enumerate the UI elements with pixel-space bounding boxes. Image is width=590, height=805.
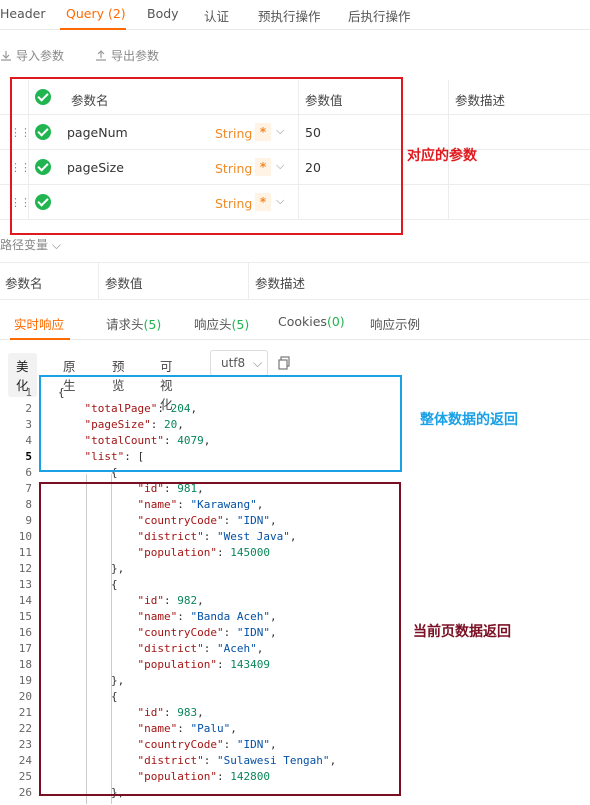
line-number: 13 [18, 578, 32, 591]
page-data-annotation: 当前页数据返回 [413, 624, 511, 640]
line-number: 25 [18, 770, 32, 783]
col-header-desc: 参数描述 [255, 276, 306, 291]
line-number: 26 [18, 786, 32, 799]
line-number: 2 [25, 402, 32, 415]
tab-header[interactable]: Header [0, 6, 46, 21]
chevron-down-icon: ⌵ [253, 356, 263, 370]
tab-response-examples[interactable]: 响应示例 [370, 314, 420, 333]
active-tab-indicator [10, 338, 70, 340]
import-params-button[interactable]: 导入参数 [0, 47, 64, 64]
params-highlight-box [10, 77, 403, 235]
line-number: 9 [25, 514, 32, 527]
line-number: 11 [18, 546, 32, 559]
export-params-button[interactable]: 导出参数 [95, 47, 159, 64]
params-annotation: 对应的参数 [407, 148, 477, 164]
line-number: 4 [25, 434, 32, 447]
tab-auth[interactable]: 认证 [204, 6, 229, 25]
path-variables-toggle[interactable]: 路径变量 ⌵ [0, 236, 61, 253]
request-tabs: Header Query (2) Body 认证 预执行操作 后执行操作 [0, 0, 590, 30]
line-number: 20 [18, 690, 32, 703]
page-data-highlight-box [39, 482, 401, 796]
tab-live-response[interactable]: 实时响应 [14, 314, 64, 333]
line-number: 21 [18, 706, 32, 719]
line-number: 12 [18, 562, 32, 575]
export-label: 导出参数 [111, 49, 160, 63]
col-header-desc: 参数描述 [455, 93, 506, 108]
tab-response-headers[interactable]: 响应头(5) [194, 314, 249, 333]
line-number: 5 [25, 450, 32, 463]
line-number: 1 [25, 386, 32, 399]
active-tab-indicator [60, 28, 126, 30]
import-icon [1, 51, 11, 61]
line-number: 23 [18, 738, 32, 751]
column-divider [248, 263, 249, 299]
import-label: 导入参数 [16, 49, 65, 63]
copy-icon[interactable] [278, 356, 290, 370]
tab-cookies[interactable]: Cookies(0) [278, 314, 345, 329]
line-number: 15 [18, 610, 32, 623]
line-number: 22 [18, 722, 32, 735]
col-header-name: 参数名 [5, 276, 43, 291]
col-header-value: 参数值 [105, 276, 143, 291]
tab-post-script[interactable]: 后执行操作 [348, 6, 411, 25]
whole-data-highlight-box [39, 375, 402, 472]
tab-query[interactable]: Query (2) [66, 6, 126, 21]
line-number: 3 [25, 418, 32, 431]
encoding-select[interactable]: utf8 ⌵ [210, 350, 268, 376]
export-icon [96, 50, 106, 61]
line-number: 18 [18, 658, 32, 671]
line-number: 7 [25, 482, 32, 495]
line-number: 10 [18, 530, 32, 543]
response-tabs: 实时响应 请求头(5) 响应头(5) Cookies(0) 响应示例 [0, 302, 590, 340]
line-number: 14 [18, 594, 32, 607]
column-divider [98, 263, 99, 299]
line-number: 8 [25, 498, 32, 511]
line-number: 17 [18, 642, 32, 655]
line-number: 24 [18, 754, 32, 767]
tab-body[interactable]: Body [147, 6, 179, 21]
line-number: 6 [25, 466, 32, 479]
whole-data-annotation: 整体数据的返回 [420, 412, 518, 428]
path-params-table: 参数名 参数值 参数描述 [0, 262, 590, 300]
line-number: 16 [18, 626, 32, 639]
tab-request-headers[interactable]: 请求头(5) [106, 314, 161, 333]
line-number: 19 [18, 674, 32, 687]
tab-pre-script[interactable]: 预执行操作 [258, 6, 321, 25]
encoding-value: utf8 [221, 356, 246, 370]
